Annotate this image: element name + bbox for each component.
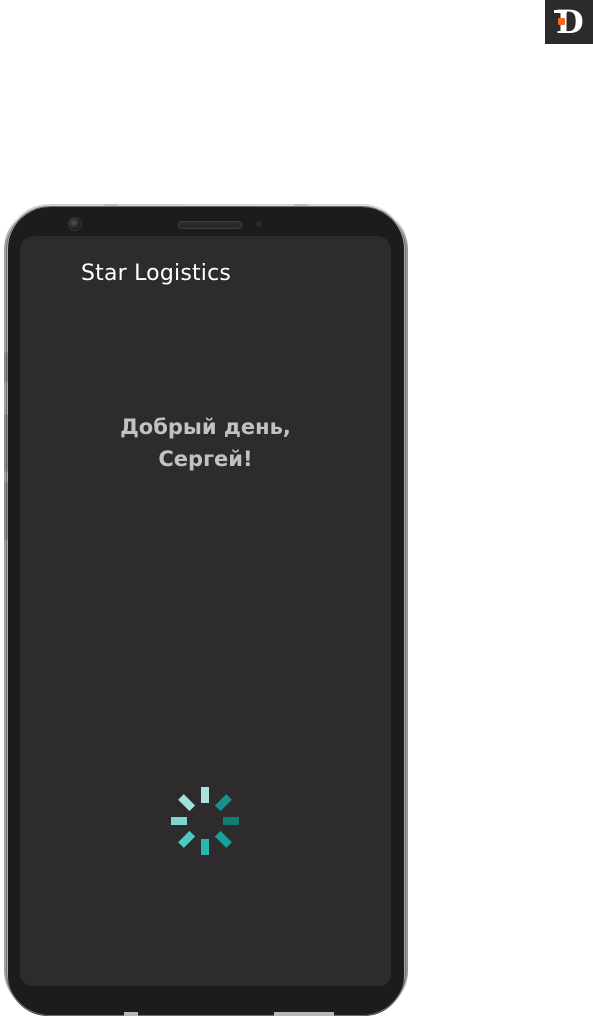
- greeting-line-2: Сергей!: [158, 447, 253, 471]
- loading-spinner-icon: [169, 785, 241, 857]
- brand-logo: D: [545, 0, 593, 44]
- spinner-segment: [201, 787, 209, 803]
- spinner-segment: [171, 817, 187, 825]
- spinner-segment: [178, 830, 196, 848]
- spinner-segment: [178, 794, 196, 812]
- front-camera-icon: [68, 217, 82, 231]
- spinner-segment: [214, 794, 232, 812]
- spinner-segment: [223, 817, 239, 825]
- app-screen: Star Logistics Добрый день, Сергей!: [20, 236, 391, 986]
- spinner-graphic: [171, 787, 239, 855]
- phone-antenna-line: [124, 1012, 138, 1016]
- spinner-segment: [214, 830, 232, 848]
- earpiece-speaker: [178, 221, 242, 229]
- greeting-line-1: Добрый день,: [120, 415, 291, 439]
- spinner-segment: [201, 839, 209, 855]
- page: D Star Logistics Добрый день, Сергей!: [0, 0, 593, 1016]
- proximity-sensor: [256, 221, 262, 227]
- phone-speaker-grille: [274, 1012, 334, 1016]
- greeting-message: Добрый день, Сергей!: [20, 411, 391, 475]
- logo-bar-icon: [554, 10, 567, 13]
- logo-dot-icon: [558, 18, 565, 25]
- app-title: Star Logistics: [81, 261, 232, 286]
